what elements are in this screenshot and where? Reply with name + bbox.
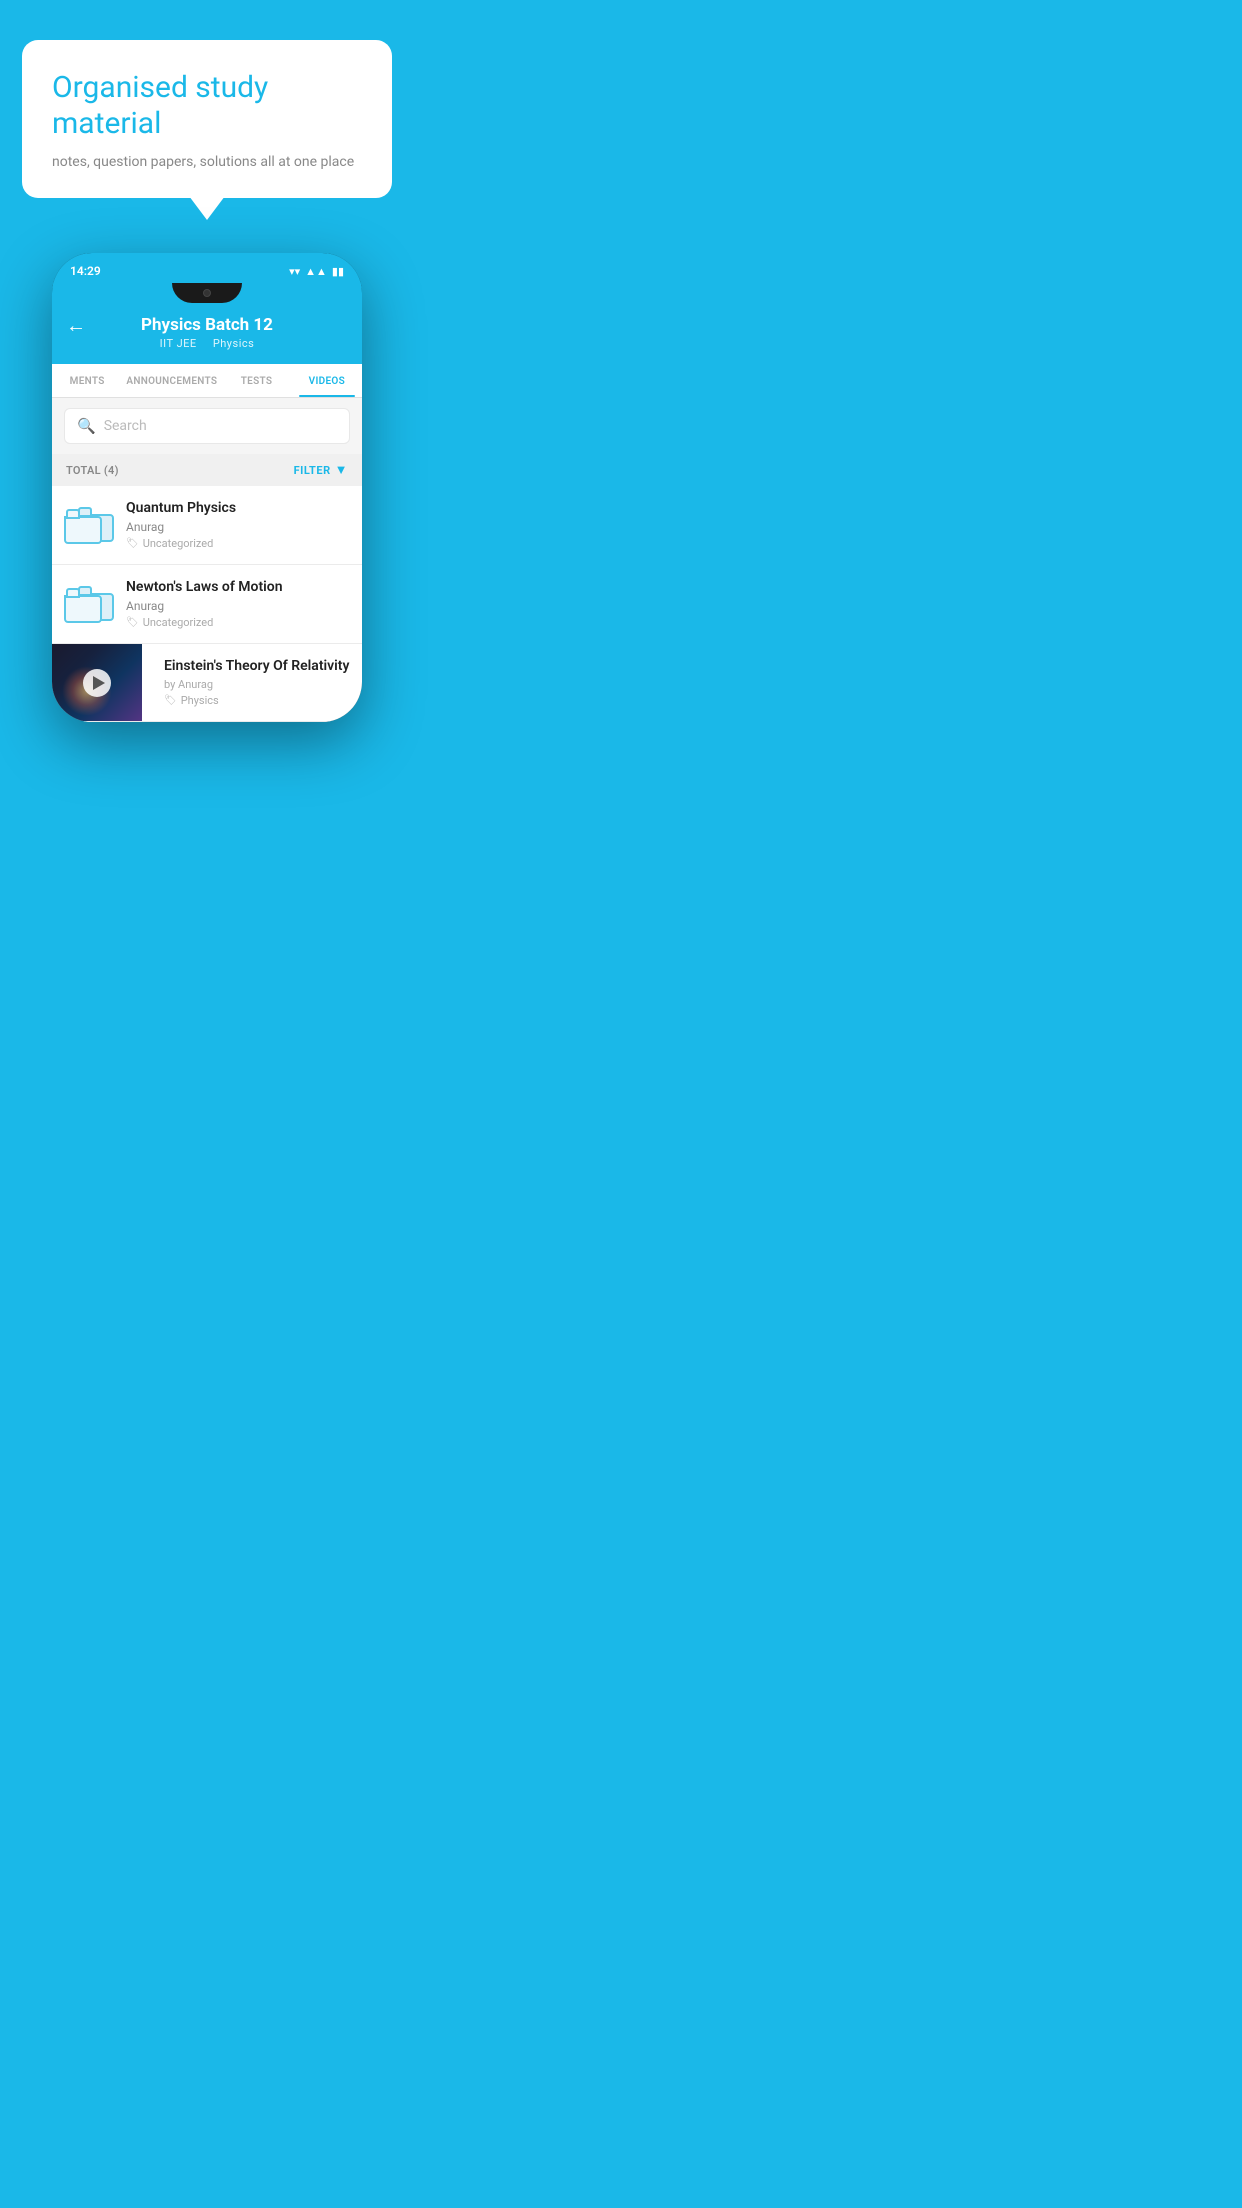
total-label: TOTAL (4) xyxy=(66,464,119,477)
video-author: by Anurag xyxy=(164,678,352,691)
folder-icon xyxy=(64,579,114,623)
status-time: 14:29 xyxy=(70,264,101,278)
camera-dot xyxy=(203,289,211,297)
back-button[interactable]: ← xyxy=(66,313,86,338)
folder-icon xyxy=(64,500,114,544)
promo-title: Organised study material xyxy=(52,70,362,142)
video-tag: 🏷 Uncategorized xyxy=(126,616,350,629)
search-placeholder: Search xyxy=(104,418,147,434)
tab-tests[interactable]: TESTS xyxy=(221,364,291,397)
filter-label: FILTER xyxy=(294,464,331,477)
tab-bar: MENTS ANNOUNCEMENTS TESTS VIDEOS xyxy=(52,364,362,398)
video-tag: 🏷 Uncategorized xyxy=(126,537,350,550)
header-subtitle: IIT JEE Physics xyxy=(160,337,255,350)
list-item[interactable]: Newton's Laws of Motion Anurag 🏷 Uncateg… xyxy=(52,565,362,644)
search-bar-container: 🔍 Search xyxy=(52,398,362,454)
header-title: Physics Batch 12 xyxy=(141,315,273,335)
video-thumb-area xyxy=(64,579,114,623)
tag-icon: 🏷 xyxy=(164,695,177,706)
header-row: ← Physics Batch 12 xyxy=(66,315,348,335)
video-thumb-area xyxy=(64,500,114,544)
battery-icon: ▮▮ xyxy=(332,265,344,278)
status-icons: ▾▾ ▲▲ ▮▮ xyxy=(289,265,344,278)
subtitle-right: Physics xyxy=(213,337,255,350)
notch xyxy=(172,283,242,303)
filter-row: TOTAL (4) FILTER ▼ xyxy=(52,454,362,486)
play-icon xyxy=(93,676,105,690)
tag-label: Uncategorized xyxy=(143,537,214,550)
notch-area xyxy=(52,283,362,303)
tab-announcements[interactable]: ANNOUNCEMENTS xyxy=(122,364,221,397)
video-thumbnail xyxy=(52,644,142,721)
video-info: Einstein's Theory Of Relativity by Anura… xyxy=(154,644,362,721)
wifi-icon: ▾▾ xyxy=(289,265,300,278)
video-title: Quantum Physics xyxy=(126,500,350,516)
filter-icon: ▼ xyxy=(335,462,348,478)
phone-frame: 14:29 ▾▾ ▲▲ ▮▮ ← Physics Batch 12 IIT JE… xyxy=(52,253,362,722)
filter-button[interactable]: FILTER ▼ xyxy=(294,462,348,478)
video-info: Quantum Physics Anurag 🏷 Uncategorized xyxy=(126,500,350,550)
video-list: Quantum Physics Anurag 🏷 Uncategorized xyxy=(52,486,362,722)
play-button[interactable] xyxy=(83,669,111,697)
tag-label: Physics xyxy=(181,694,219,707)
app-header: ← Physics Batch 12 IIT JEE Physics xyxy=(52,303,362,364)
tab-ments[interactable]: MENTS xyxy=(52,364,122,397)
promo-area: Organised study material notes, question… xyxy=(0,0,414,198)
video-info: Newton's Laws of Motion Anurag 🏷 Uncateg… xyxy=(126,579,350,629)
video-author: Anurag xyxy=(126,599,350,613)
list-item[interactable]: Einstein's Theory Of Relativity by Anura… xyxy=(52,644,362,722)
status-bar: 14:29 ▾▾ ▲▲ ▮▮ xyxy=(52,253,362,285)
phone-wrapper: 14:29 ▾▾ ▲▲ ▮▮ ← Physics Batch 12 IIT JE… xyxy=(0,198,414,722)
tag-icon: 🏷 xyxy=(126,538,139,549)
tag-icon: 🏷 xyxy=(126,617,139,628)
promo-subtitle: notes, question papers, solutions all at… xyxy=(52,154,362,170)
video-author: Anurag xyxy=(126,520,350,534)
video-title: Einstein's Theory Of Relativity xyxy=(164,658,352,674)
search-icon: 🔍 xyxy=(77,417,96,435)
search-bar[interactable]: 🔍 Search xyxy=(64,408,350,444)
speech-bubble: Organised study material notes, question… xyxy=(22,40,392,198)
tab-videos[interactable]: VIDEOS xyxy=(292,364,362,397)
list-item[interactable]: Quantum Physics Anurag 🏷 Uncategorized xyxy=(52,486,362,565)
tag-label: Uncategorized xyxy=(143,616,214,629)
video-title: Newton's Laws of Motion xyxy=(126,579,350,595)
subtitle-left: IIT JEE xyxy=(160,337,197,350)
signal-icon: ▲▲ xyxy=(305,265,327,278)
video-tag: 🏷 Physics xyxy=(164,694,352,707)
